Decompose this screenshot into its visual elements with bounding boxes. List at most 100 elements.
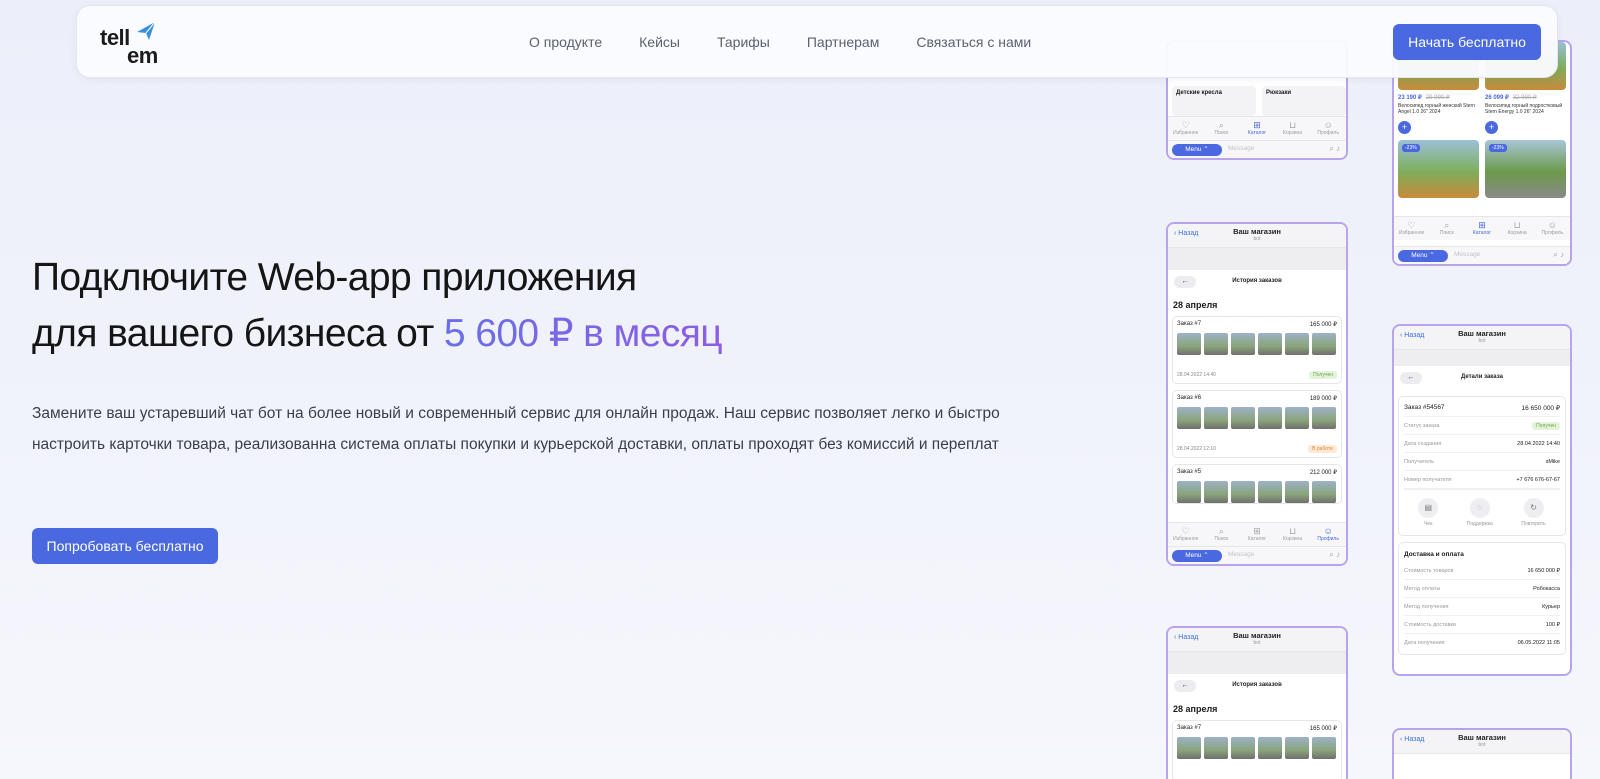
bot-label: bot	[1253, 236, 1261, 242]
status-badge: В работе	[1308, 445, 1337, 453]
order-card[interactable]: Заказ #6 189 000 ₽ 28.04.2022 12:10 В рабо…	[1172, 390, 1342, 458]
tab-profile[interactable]: ☺ Профиль	[1314, 120, 1342, 140]
receipt-button[interactable]: ▤ Чек	[1418, 498, 1439, 527]
tab-search[interactable]: ⌕ Поиск	[1207, 526, 1235, 546]
tab-cart[interactable]: ⊔ Корзина	[1279, 526, 1307, 546]
try-free-button[interactable]: Попробовать бесплатно	[32, 528, 218, 564]
order-sum: 165 000 ₽	[1309, 726, 1337, 732]
tab-catalog[interactable]: ⊞ Каталог	[1468, 220, 1496, 240]
start-free-button[interactable]: Начать бесплатно	[1393, 24, 1541, 60]
order-thumbnails	[1177, 407, 1337, 429]
menu-button[interactable]: Menu ⌃	[1172, 144, 1222, 156]
screen-title: Детали заказа	[1461, 374, 1503, 380]
tab-cart[interactable]: ⊔ Корзина	[1503, 220, 1531, 240]
hero-title: Подключите Web-app приложения для вашего…	[32, 250, 723, 362]
phone-mock-partial: ‹ Назад Ваш магазин bot	[1392, 728, 1572, 779]
order-sum: 212 000 ₽	[1309, 470, 1337, 476]
tab-favorites[interactable]: ♡ Избранное	[1398, 220, 1426, 240]
tab-catalog[interactable]: ⊞ Каталог	[1243, 526, 1271, 546]
message-input[interactable]: Message	[1228, 551, 1254, 558]
order-sum: 189 000 ₽	[1309, 396, 1337, 402]
repeat-button[interactable]: ↻ Повторить	[1521, 498, 1546, 527]
menu-button[interactable]: Menu ⌃	[1398, 250, 1448, 262]
order-card[interactable]: Заказ #5 212 000 ₽	[1172, 464, 1342, 504]
phone-tabbar: ♡ Избранное ⌕ Поиск ⊞ Каталог ⊔ Корзина ☺ Про…	[1168, 116, 1346, 140]
user-icon: ☺	[1323, 526, 1333, 536]
message-bar: Menu ⌃ Message ⌕ ♪	[1168, 140, 1346, 158]
support-button[interactable]: ◌ Поддержка	[1467, 498, 1493, 527]
attach-mic-icon[interactable]: ⌕ ♪	[1553, 250, 1564, 260]
message-input[interactable]: Message	[1228, 145, 1254, 152]
main-nav: О продукте Кейсы Тарифы Партнерам Связат…	[529, 34, 1068, 50]
tellem-logo[interactable]: tell em	[100, 20, 170, 68]
screen-header: ← История заказов	[1168, 270, 1346, 300]
order-number: Заказ #54567	[1404, 404, 1445, 411]
screen-title: История заказов	[1232, 278, 1282, 284]
bot-label: bot	[1478, 742, 1486, 748]
product-card[interactable]: -23%	[1485, 140, 1566, 198]
phone-topbar: ‹ Назад Ваш магазин bot	[1394, 730, 1570, 754]
repeat-icon: ↻	[1523, 498, 1544, 518]
shop-title: Ваш магазин	[1233, 631, 1281, 640]
tab-profile[interactable]: ☺ Профиль	[1538, 220, 1566, 240]
tab-search[interactable]: ⌕ Поиск	[1433, 220, 1461, 240]
order-number: Заказ #6	[1177, 395, 1202, 401]
order-number: Заказ #5	[1177, 469, 1202, 475]
phone-topbar: ‹ Назад Ваш магазин bot	[1168, 628, 1346, 652]
search-icon: ⌕	[1218, 120, 1224, 130]
hero-title-line1: Подключите Web-app приложения	[32, 256, 637, 299]
product-image: -23%	[1485, 140, 1566, 198]
site-header: tell em О продукте Кейсы Тарифы Партнера…	[76, 5, 1558, 78]
add-to-cart-button[interactable]: +	[1485, 121, 1498, 134]
order-detail-card: Заказ #54567 16 650 000 ₽ Статус заказа По…	[1398, 396, 1566, 536]
nav-cases[interactable]: Кейсы	[639, 34, 680, 50]
add-to-cart-button[interactable]: +	[1398, 121, 1411, 134]
nav-contact[interactable]: Связаться с нами	[916, 34, 1031, 50]
category-card[interactable]: Рюкзаки	[1262, 86, 1346, 116]
nav-partners[interactable]: Партнерам	[807, 34, 879, 50]
attach-mic-icon[interactable]: ⌕ ♪	[1329, 550, 1340, 560]
hero-price-accent: 5 600 ₽ в месяц	[443, 312, 723, 355]
date-heading: 28 апреля	[1173, 704, 1218, 714]
delivery-card: Доставка и оплата Стоимость товаров 16 65…	[1398, 542, 1566, 655]
logo-text-top: tell	[100, 25, 130, 50]
tab-search[interactable]: ⌕ Поиск	[1207, 120, 1235, 140]
phone-topbar: ‹ Назад Ваш магазин bot	[1394, 326, 1570, 350]
search-icon: ⌕	[1444, 220, 1450, 230]
heart-icon: ♡	[1181, 526, 1190, 536]
discount-badge: -23%	[1489, 144, 1507, 152]
screen-title: История заказов	[1232, 682, 1282, 688]
menu-button[interactable]: Menu ⌃	[1172, 550, 1222, 562]
product-price: 26 099 ₽32 990 ₽	[1485, 95, 1537, 101]
order-card[interactable]: Заказ #7 165 000 ₽ 28.04.2022 14:40 Получе…	[1172, 316, 1342, 384]
order-sum: 165 000 ₽	[1309, 322, 1337, 328]
message-input[interactable]: Message	[1454, 251, 1480, 258]
order-thumbnails	[1177, 333, 1337, 355]
tab-profile[interactable]: ☺ Профиль	[1314, 526, 1342, 546]
attach-mic-icon[interactable]: ⌕ ♪	[1329, 144, 1340, 154]
product-card[interactable]: -23%	[1398, 140, 1479, 198]
message-bar: Menu ⌃ Message ⌕ ♪	[1168, 546, 1346, 564]
logo-text-bottom: em	[127, 43, 158, 68]
product-image: -23%	[1398, 140, 1479, 198]
category-card[interactable]: Детские кресла	[1172, 86, 1256, 116]
phone-mock-orders-2: ‹ Назад Ваш магазин bot ← История заказо…	[1166, 626, 1348, 779]
tab-favorites[interactable]: ♡ Избранное	[1172, 120, 1200, 140]
tab-favorites[interactable]: ♡ Избранное	[1172, 526, 1200, 546]
cart-icon: ⊔	[1289, 120, 1297, 130]
product-name: Велосипед горный женский Stern Angel 1.0…	[1398, 103, 1475, 115]
shop-title: Ваш магазин	[1458, 733, 1506, 742]
nav-pricing[interactable]: Тарифы	[717, 34, 770, 50]
receipt-icon: ▤	[1418, 498, 1439, 518]
tab-catalog[interactable]: ⊞ Каталог	[1243, 120, 1271, 140]
chat-icon: ◌	[1469, 498, 1490, 518]
order-thumbnails	[1177, 481, 1337, 503]
order-card[interactable]: Заказ #7 165 000 ₽	[1172, 720, 1342, 779]
phone-topbar: ‹ Назад Ваш магазин bot	[1168, 224, 1346, 248]
tab-cart[interactable]: ⊔ Корзина	[1279, 120, 1307, 140]
order-number: Заказ #7	[1177, 725, 1202, 731]
nav-about[interactable]: О продукте	[529, 34, 602, 50]
paper-plane-icon	[137, 21, 156, 40]
order-thumbnails	[1177, 737, 1337, 759]
grid-icon: ⊞	[1253, 526, 1261, 536]
